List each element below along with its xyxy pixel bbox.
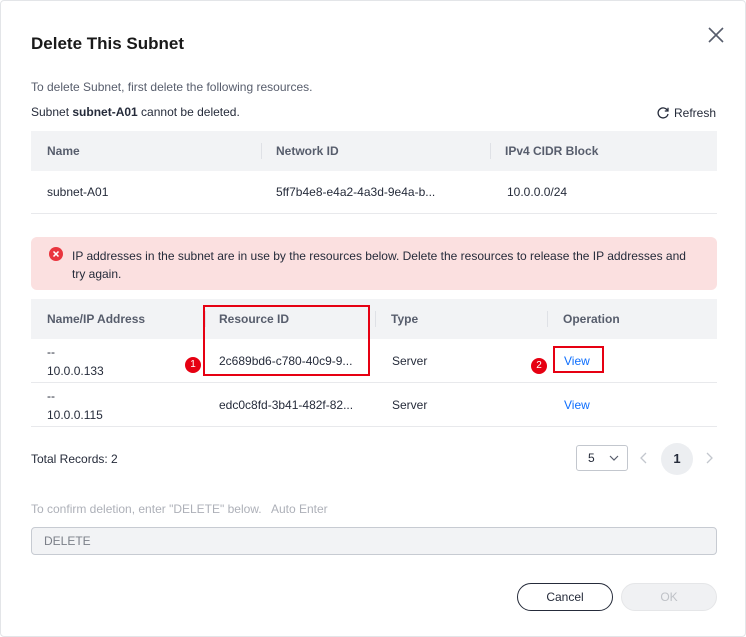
resource-table: Name/IP Address Resource ID Type Operati… [31,299,717,427]
subnet-table-header: Name Network ID IPv4 CIDR Block [31,131,717,171]
confirm-instruction: To confirm deletion, enter "DELETE" belo… [31,502,328,516]
previous-page-icon[interactable] [639,452,649,464]
ok-button[interactable]: OK [621,583,717,611]
intro-text: To delete Subnet, first delete the follo… [31,80,313,94]
column-header-name-ip: Name/IP Address [47,312,146,326]
confirm-delete-input[interactable] [31,527,717,555]
resource-ip-cell: 10.0.0.133 [47,364,104,378]
in-use-alert: IP addresses in the subnet are in use by… [31,237,717,290]
resource-name-cell: -- [47,389,55,403]
close-icon[interactable] [706,25,726,45]
error-icon [49,247,63,261]
annotation-badge-2: 2 [531,358,547,374]
refresh-icon [657,107,669,119]
subnet-name: subnet-A01 [72,105,138,119]
column-header-operation: Operation [563,312,620,326]
view-resource-link[interactable]: View [564,398,590,412]
column-header-name: Name [47,144,80,158]
resource-id-highlight-box [203,305,370,376]
cancel-button[interactable]: Cancel [517,583,613,611]
resource-name-cell: -- [47,345,55,359]
resource-type-cell: Server [392,354,428,368]
refresh-label: Refresh [674,106,717,120]
cannot-delete-text: Subnet subnet-A01 cannot be deleted. [31,105,240,119]
network-id-cell: 5ff7b4e8-e4a2-4a3d-9e4a-b... [276,185,436,199]
column-header-ipv4-cidr: IPv4 CIDR Block [505,144,599,158]
page-1-button[interactable]: 1 [661,443,693,475]
resource-table-header: Name/IP Address Resource ID Type Operati… [31,299,717,339]
subnet-table: Name Network ID IPv4 CIDR Block subnet-A… [31,131,717,214]
column-header-network-id: Network ID [276,144,339,158]
resource-id-cell: edc0c8fd-3b41-482f-82... [219,398,354,412]
table-row: -- 10.0.0.115 edc0c8fd-3b41-482f-82... S… [31,383,717,427]
resource-type-cell: Server [392,398,428,412]
page-size-select[interactable]: 5 [576,445,628,471]
total-records: Total Records: 2 [31,452,118,466]
table-row: subnet-A01 5ff7b4e8-e4a2-4a3d-9e4a-b... … [31,171,717,214]
resource-ip-cell: 10.0.0.115 [47,408,103,422]
subnet-name-cell: subnet-A01 [47,185,109,199]
next-page-icon[interactable] [704,452,714,464]
page-size-value: 5 [588,451,595,465]
table-row: -- 10.0.0.133 2c689bd6-c780-40c9-9... Se… [31,339,717,383]
view-link-highlight-box [553,346,604,373]
refresh-button[interactable]: Refresh [656,106,716,120]
dialog-title: Delete This Subnet [31,34,185,53]
column-header-type: Type [391,312,419,326]
annotation-badge-1: 1 [185,357,201,373]
delete-subnet-dialog: Delete This Subnet To delete Subnet, fir… [0,0,746,637]
chevron-down-icon [609,455,619,461]
alert-text: IP addresses in the subnet are in use by… [72,249,686,281]
cidr-cell: 10.0.0.0/24 [507,185,568,199]
